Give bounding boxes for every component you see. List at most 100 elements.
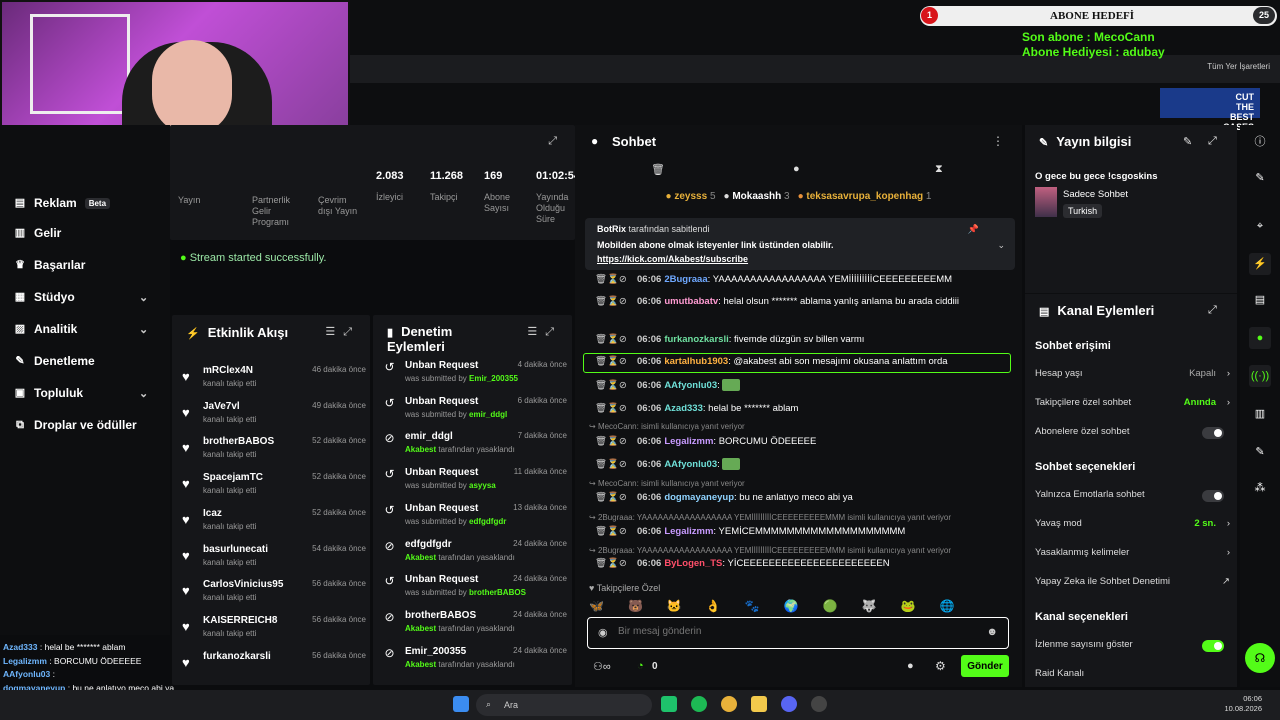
- activity-row[interactable]: ♥ JaVe7vl kanalı takip etti 49 dakika ön…: [180, 399, 366, 433]
- bookmarks-label[interactable]: Tüm Yer İşaretleri: [1207, 62, 1270, 71]
- activity-row[interactable]: ♥ basurlunecati kanalı takip etti 54 dak…: [180, 542, 366, 576]
- moderation-row[interactable]: ⊘ edfgdfgdr Akabest tarafından yasakland…: [381, 537, 567, 571]
- chat-message[interactable]: 🗑⏳⊘ 06:06 dogmayaneyup: bu ne anlatıyo mec…: [589, 491, 1014, 505]
- raid-setting[interactable]: Raid Kanalı: [1035, 668, 1230, 682]
- msg-user[interactable]: 2Bugraaa: [664, 274, 707, 285]
- pencil-icon[interactable]: ✎: [1249, 167, 1271, 189]
- chat-bubble-icon[interactable]: ●: [793, 163, 800, 175]
- mod-actions-icon[interactable]: 🗑⏳⊘: [595, 491, 627, 505]
- activity-row[interactable]: ♥ SpacejamTC kanalı takip etti 52 dakika…: [180, 470, 366, 504]
- nav-basarilar[interactable]: ♛ Başarılar: [14, 255, 85, 275]
- nav-droplar[interactable]: ⧉ Droplar ve ödüller: [14, 415, 137, 435]
- panel-actions[interactable]: ☰⤢: [325, 325, 360, 339]
- moderation-row[interactable]: ↺ Unban Request was submitted by brother…: [381, 572, 567, 606]
- slow-mode-setting[interactable]: Yavaş mod 2 sn. ›: [1035, 518, 1230, 532]
- msg-user[interactable]: Legalizmm: [664, 526, 713, 537]
- expand-icon[interactable]: ⤢: [1208, 135, 1217, 148]
- chat-input[interactable]: [618, 626, 978, 637]
- crosshair-icon[interactable]: ⌖: [1249, 215, 1271, 237]
- reply-context[interactable]: ↪ 2Bugraaa: YAAAAAAAAAAAAAAAAA YEMİİİİİİ…: [589, 513, 951, 522]
- activity-row[interactable]: ♥ mRClex4N kanalı takip etti 46 dakika ö…: [180, 363, 366, 397]
- nav-gelir[interactable]: ▥ Gelir: [14, 223, 62, 243]
- mod-actions-icon[interactable]: 🗑⏳⊘: [595, 379, 627, 393]
- mod-user[interactable]: edfgdfgdr: [469, 517, 506, 526]
- chat-message[interactable]: 🗑⏳⊘ 06:06 furkanozkarsli: fivemde düzgün s…: [589, 333, 1014, 347]
- people-icon[interactable]: ⚇∞: [593, 660, 611, 673]
- chat-message[interactable]: 🗑⏳⊘ 06:06 AAfyonlu03:: [589, 458, 1014, 472]
- account-age-setting[interactable]: Hesap yaşı Kapalı ›: [1035, 368, 1230, 382]
- help-button[interactable]: ☊: [1245, 643, 1275, 673]
- more-options-icon[interactable]: ⋮: [992, 134, 1004, 148]
- chat-message[interactable]: 🗑⏳⊘ 06:06 Legalizmm: YEMİCEMMMMMMMMMMMMMMM…: [589, 525, 1014, 539]
- chrome-icon[interactable]: [721, 696, 737, 712]
- trash-icon[interactable]: 🗑: [651, 163, 665, 176]
- mod-actions-icon[interactable]: 🗑⏳⊘: [595, 435, 627, 449]
- chat-message[interactable]: 🗑⏳⊘ 06:06 Azad333: helal be ******* ablam: [589, 402, 1014, 416]
- reply-context[interactable]: ↪ MecoCann: isimli kullanıcıya yanıt ver…: [589, 479, 745, 488]
- activity-row[interactable]: ♥ Icaz kanalı takip etti 52 dakika önce: [180, 506, 366, 540]
- chat-message[interactable]: 🗑⏳⊘ 06:06 umutbabatv: helal olsun ******* …: [589, 295, 1014, 309]
- msg-user[interactable]: AAfyonlu03: [664, 459, 717, 470]
- spotify-icon[interactable]: [691, 696, 707, 712]
- mod-user[interactable]: Akabest: [405, 624, 436, 633]
- chat-message[interactable]: 🗑⏳⊘ 06:06 Legalizmm: BORCUMU ÖDEEEEE: [589, 435, 1014, 449]
- broadcast-icon[interactable]: ((·)): [1249, 365, 1271, 387]
- mod-user[interactable]: brotherBABOS: [469, 588, 526, 597]
- panel-actions[interactable]: ☰⤢: [527, 325, 562, 339]
- taskbar-search[interactable]: ⌕ Ara: [476, 694, 652, 716]
- obs-icon[interactable]: [811, 696, 827, 712]
- msg-user[interactable]: dogmayaneyup: [664, 492, 734, 503]
- leaderboard-entry[interactable]: ● zeysss 5: [666, 191, 716, 202]
- nav-topluluk[interactable]: ▣ Topluluk ⌄: [14, 383, 148, 403]
- send-button[interactable]: Gönder: [961, 655, 1009, 677]
- mod-user[interactable]: asyysa: [469, 481, 496, 490]
- mod-user[interactable]: emir_ddgl: [469, 410, 507, 419]
- discord-icon[interactable]: [781, 696, 797, 712]
- moderation-row[interactable]: ⊘ brotherBABOS Akabest tarafından yasakl…: [381, 608, 567, 642]
- nav-analitik[interactable]: ▨ Analitik ⌄: [14, 319, 148, 339]
- msg-user[interactable]: AAfyonlu03: [664, 380, 717, 391]
- mod-actions-icon[interactable]: 🗑⏳⊘: [595, 273, 627, 287]
- mod-user[interactable]: Akabest: [405, 553, 436, 562]
- msg-user[interactable]: umutbabatv: [664, 296, 718, 307]
- banned-words-setting[interactable]: Yasaklanmış kelimeler ›: [1035, 547, 1230, 561]
- ai-moderation-setting[interactable]: Yapay Zeka ile Sohbet Denetimi ↗: [1035, 576, 1230, 590]
- followers-only-setting[interactable]: Takipçilere özel sohbet Anında ›: [1035, 397, 1230, 411]
- moderation-row[interactable]: ↺ Unban Request was submitted by edfgdfg…: [381, 501, 567, 535]
- nav-studyo[interactable]: ▦ Stüdyo ⌄: [14, 287, 148, 307]
- expand-icon[interactable]: ⤢: [1208, 304, 1217, 317]
- reply-context[interactable]: ↪ MecoCann: isimli kullanıcıya yanıt ver…: [589, 422, 745, 431]
- start-icon[interactable]: [453, 696, 469, 712]
- mod-actions-icon[interactable]: 🗑⏳⊘: [595, 333, 627, 347]
- emotes-only-toggle[interactable]: [1202, 490, 1224, 502]
- emoji-icon[interactable]: ☻: [986, 626, 998, 638]
- leaderboard-entry[interactable]: ● teksasavrupa_kopenhag 1: [798, 191, 932, 202]
- apps-icon[interactable]: ⁂: [1249, 477, 1271, 499]
- chat-message[interactable]: 🗑⏳⊘ 06:06 2Bugraaa: YAAAAAAAAAAAAAAAAA YEM…: [589, 273, 1014, 287]
- show-viewers-toggle[interactable]: [1202, 640, 1224, 652]
- edit-icon[interactable]: ✎: [1183, 135, 1192, 148]
- chat-message[interactable]: 🗑⏳⊘ 06:06 ByLogen_TS: YİCEEEEEEEEEEEEEEEEE…: [589, 557, 1014, 571]
- nav-denetleme[interactable]: ✎ Denetleme: [14, 351, 94, 371]
- info-icon[interactable]: ⓘ: [1249, 131, 1271, 153]
- chat-settings-icon[interactable]: ●: [907, 660, 914, 672]
- activity-row[interactable]: ♥ brotherBABOS kanalı takip etti 52 daki…: [180, 434, 366, 468]
- nav-reklam[interactable]: ▤ Reklam Beta: [14, 193, 111, 213]
- mod-actions-icon[interactable]: 🗑⏳⊘: [595, 458, 627, 472]
- chat-icon[interactable]: ●: [1249, 327, 1271, 349]
- reply-context[interactable]: ↪ 2Bugraaa: YAAAAAAAAAAAAAAAAA YEMİİİİİİ…: [589, 546, 951, 555]
- doc-icon[interactable]: ▤: [1249, 289, 1271, 311]
- mod-user[interactable]: Emir_200355: [469, 374, 518, 383]
- category-name[interactable]: Sadece Sohbet: [1063, 189, 1128, 200]
- chevron-down-icon[interactable]: ⌄: [997, 240, 1005, 251]
- gear-icon[interactable]: ⚙: [935, 659, 946, 673]
- msg-user[interactable]: ByLogen_TS: [664, 558, 722, 569]
- mod-actions-icon[interactable]: 🗑⏳⊘: [595, 557, 627, 571]
- taskbar-clock[interactable]: 06:06 10.08.2026: [1224, 694, 1262, 714]
- bolt-icon[interactable]: ⚡: [1249, 253, 1271, 275]
- mod-actions-icon[interactable]: 🗑⏳⊘: [595, 402, 627, 416]
- pinned-link[interactable]: https://kick.com/Akabest/subscribe: [597, 254, 748, 264]
- moderation-row[interactable]: ↺ Unban Request was submitted by emir_dd…: [381, 394, 567, 428]
- tag-badge[interactable]: Turkish: [1063, 204, 1103, 218]
- chat-message[interactable]: 🗑⏳⊘ 06:06 AAfyonlu03:: [589, 379, 1014, 393]
